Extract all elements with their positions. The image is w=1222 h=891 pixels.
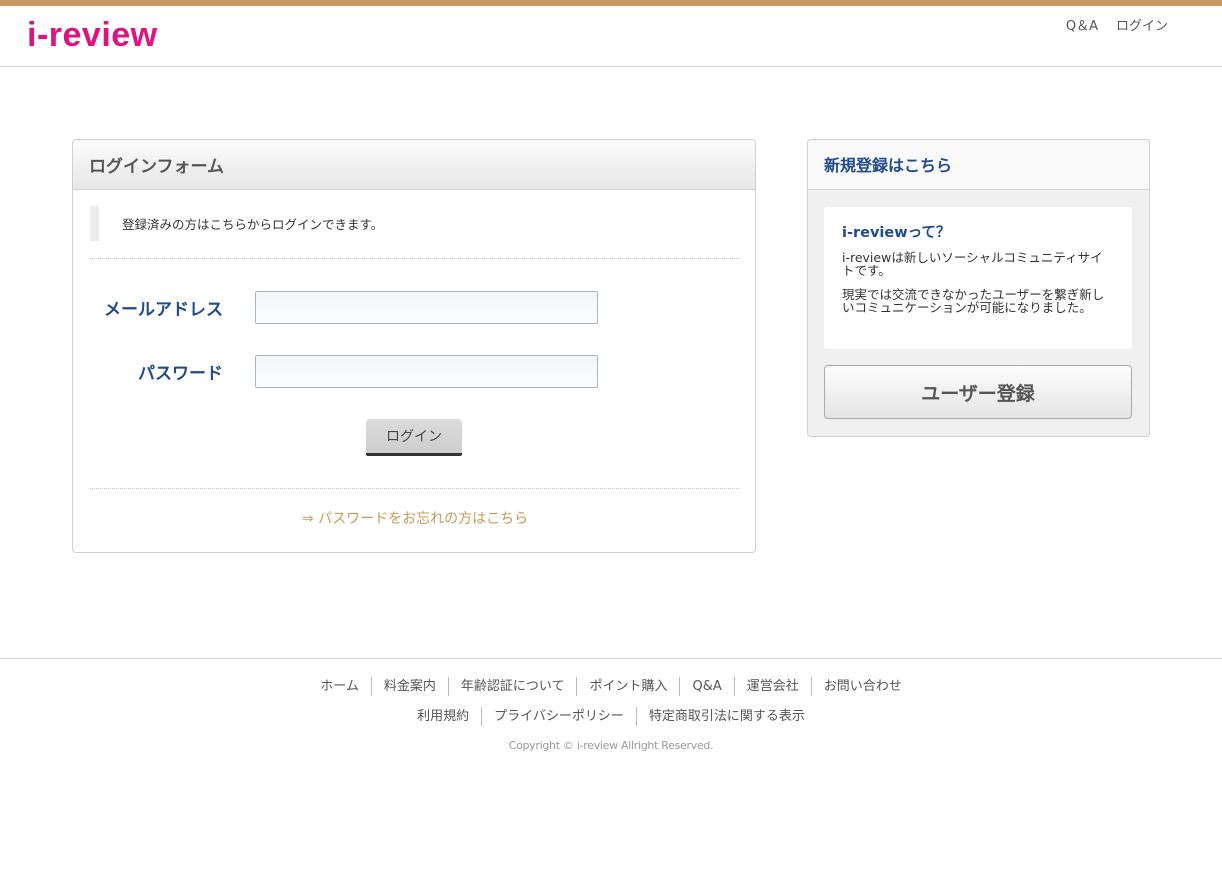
footer-link-pricing[interactable]: 料金案内 <box>370 677 448 696</box>
register-panel: 新規登録はこちら i-reviewって？ i-reviewは新しいソーシャルコミ… <box>807 139 1150 437</box>
forgot-password-link[interactable]: ⇒ パスワードをお忘れの方はこちら <box>73 508 757 528</box>
login-form-panel: ログインフォーム 登録済みの方はこちらからログインできます。 メールアドレス パ… <box>72 139 756 553</box>
about-title: i-reviewって？ <box>842 225 951 241</box>
about-box: i-reviewって？ i-reviewは新しいソーシャルコミュニティサイトです… <box>824 207 1132 349</box>
footer-link-contact[interactable]: お問い合わせ <box>810 677 914 696</box>
footer-nav-secondary: 利用規約 プライバシーポリシー 特定商取引法に関する表示 <box>0 707 1222 726</box>
site-logo[interactable]: i-review <box>27 16 158 55</box>
site-footer: ホーム 料金案内 年齢認証について ポイント購入 Q&A 運営会社 お問い合わせ… <box>0 658 1222 752</box>
email-field[interactable] <box>255 291 598 324</box>
divider <box>90 258 739 259</box>
divider <box>90 488 739 489</box>
about-text: 現実では交流できなかったユーザーを繋ぎ新しいコミュニケーションが可能になりました… <box>842 287 1105 315</box>
login-button[interactable]: ログイン <box>366 419 462 456</box>
about-text: i-reviewは新しいソーシャルコミュニティサイトです。 <box>842 250 1103 278</box>
header-link-qa[interactable]: Q＆A <box>1066 15 1098 34</box>
footer-link-company[interactable]: 運営会社 <box>733 677 811 696</box>
user-register-button[interactable]: ユーザー登録 <box>824 365 1132 419</box>
password-label: パスワード <box>138 364 223 384</box>
footer-link-terms[interactable]: 利用規約 <box>405 707 481 726</box>
email-label: メールアドレス <box>104 300 223 320</box>
footer-link-privacy[interactable]: プライバシーポリシー <box>481 707 636 726</box>
login-note: 登録済みの方はこちらからログインできます。 <box>90 206 690 241</box>
footer-link-commerce-law[interactable]: 特定商取引法に関する表示 <box>635 707 817 726</box>
footer-link-age-verification[interactable]: 年齢認証について <box>447 677 577 696</box>
register-title: 新規登録はこちら <box>808 140 1149 190</box>
footer-link-buy-points[interactable]: ポイント購入 <box>576 677 679 696</box>
footer-link-home[interactable]: ホーム <box>308 677 371 696</box>
footer-nav-primary: ホーム 料金案内 年齢認証について ポイント購入 Q&A 運営会社 お問い合わせ <box>0 677 1222 696</box>
site-header: i-review Q＆A ログイン <box>0 6 1222 67</box>
login-form-title: ログインフォーム <box>73 140 755 190</box>
footer-link-qa[interactable]: Q&A <box>679 677 733 696</box>
password-field[interactable] <box>255 355 598 388</box>
copyright: Copyright © i-review Allright Reserved. <box>508 739 714 752</box>
header-nav: Q＆A ログイン <box>1066 15 1168 34</box>
header-link-login[interactable]: ログイン <box>1116 15 1168 34</box>
